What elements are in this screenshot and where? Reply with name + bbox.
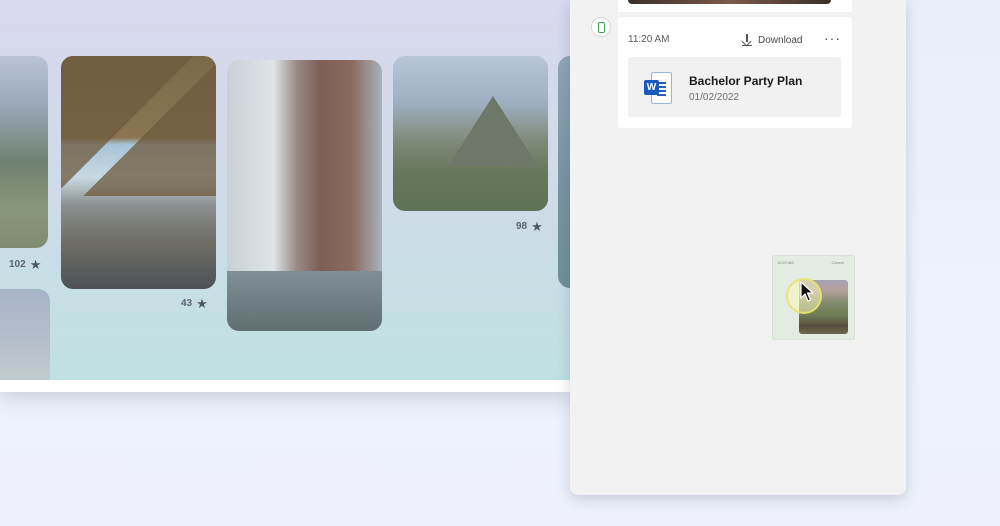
drag-preview-header: 11:20 AM Cancel: [777, 260, 850, 266]
download-icon: [742, 34, 752, 46]
photo-mountain-meadow[interactable]: [0, 56, 48, 248]
photo-mountain-lake[interactable]: [0, 289, 50, 380]
mountain-peak: [448, 96, 538, 166]
gallery-canvas: 102 ★ 43 ★ 98 ★: [0, 0, 575, 380]
photo-waterfall[interactable]: [227, 60, 382, 331]
more-options-button[interactable]: ···: [824, 30, 841, 46]
word-badge: W: [644, 80, 659, 95]
previous-message-image[interactable]: [618, 0, 852, 12]
star-icon[interactable]: ★: [531, 220, 543, 233]
messages-panel: 11:20 AM Download ··· W Bachelor Party P…: [570, 0, 906, 495]
file-attachment[interactable]: W Bachelor Party Plan 01/02/2022: [628, 57, 841, 117]
rating-count: 102: [9, 259, 26, 270]
phone-icon: [597, 21, 605, 33]
previous-image-thumbnail: [628, 0, 831, 4]
photo-tent-view[interactable]: [61, 56, 216, 289]
rating-badge: 102 ★: [9, 258, 41, 271]
file-name: Bachelor Party Plan: [689, 74, 803, 88]
phone-sender-badge: [591, 17, 611, 37]
rating-badge: 43 ★: [181, 297, 208, 310]
rating-count: 98: [516, 221, 528, 232]
rating-count: 43: [181, 298, 193, 309]
star-icon[interactable]: ★: [30, 258, 42, 271]
drag-preview-time: 11:20 AM: [777, 260, 794, 265]
photo-machu-picchu[interactable]: [393, 56, 548, 211]
message-card: 11:20 AM Download ··· W Bachelor Party P…: [618, 17, 852, 128]
download-button[interactable]: Download: [742, 31, 802, 49]
drag-preview-cancel: Cancel: [831, 260, 844, 265]
message-timestamp: 11:20 AM: [628, 34, 670, 45]
word-document-icon: W: [644, 72, 672, 104]
gallery-window: 102 ★ 43 ★ 98 ★: [0, 0, 575, 392]
tent-shape: [61, 56, 216, 196]
rating-badge: 98 ★: [516, 220, 543, 233]
file-date: 01/02/2022: [689, 92, 740, 103]
star-icon[interactable]: ★: [196, 297, 208, 310]
waterfall-pool: [227, 271, 382, 331]
download-label: Download: [758, 34, 803, 46]
